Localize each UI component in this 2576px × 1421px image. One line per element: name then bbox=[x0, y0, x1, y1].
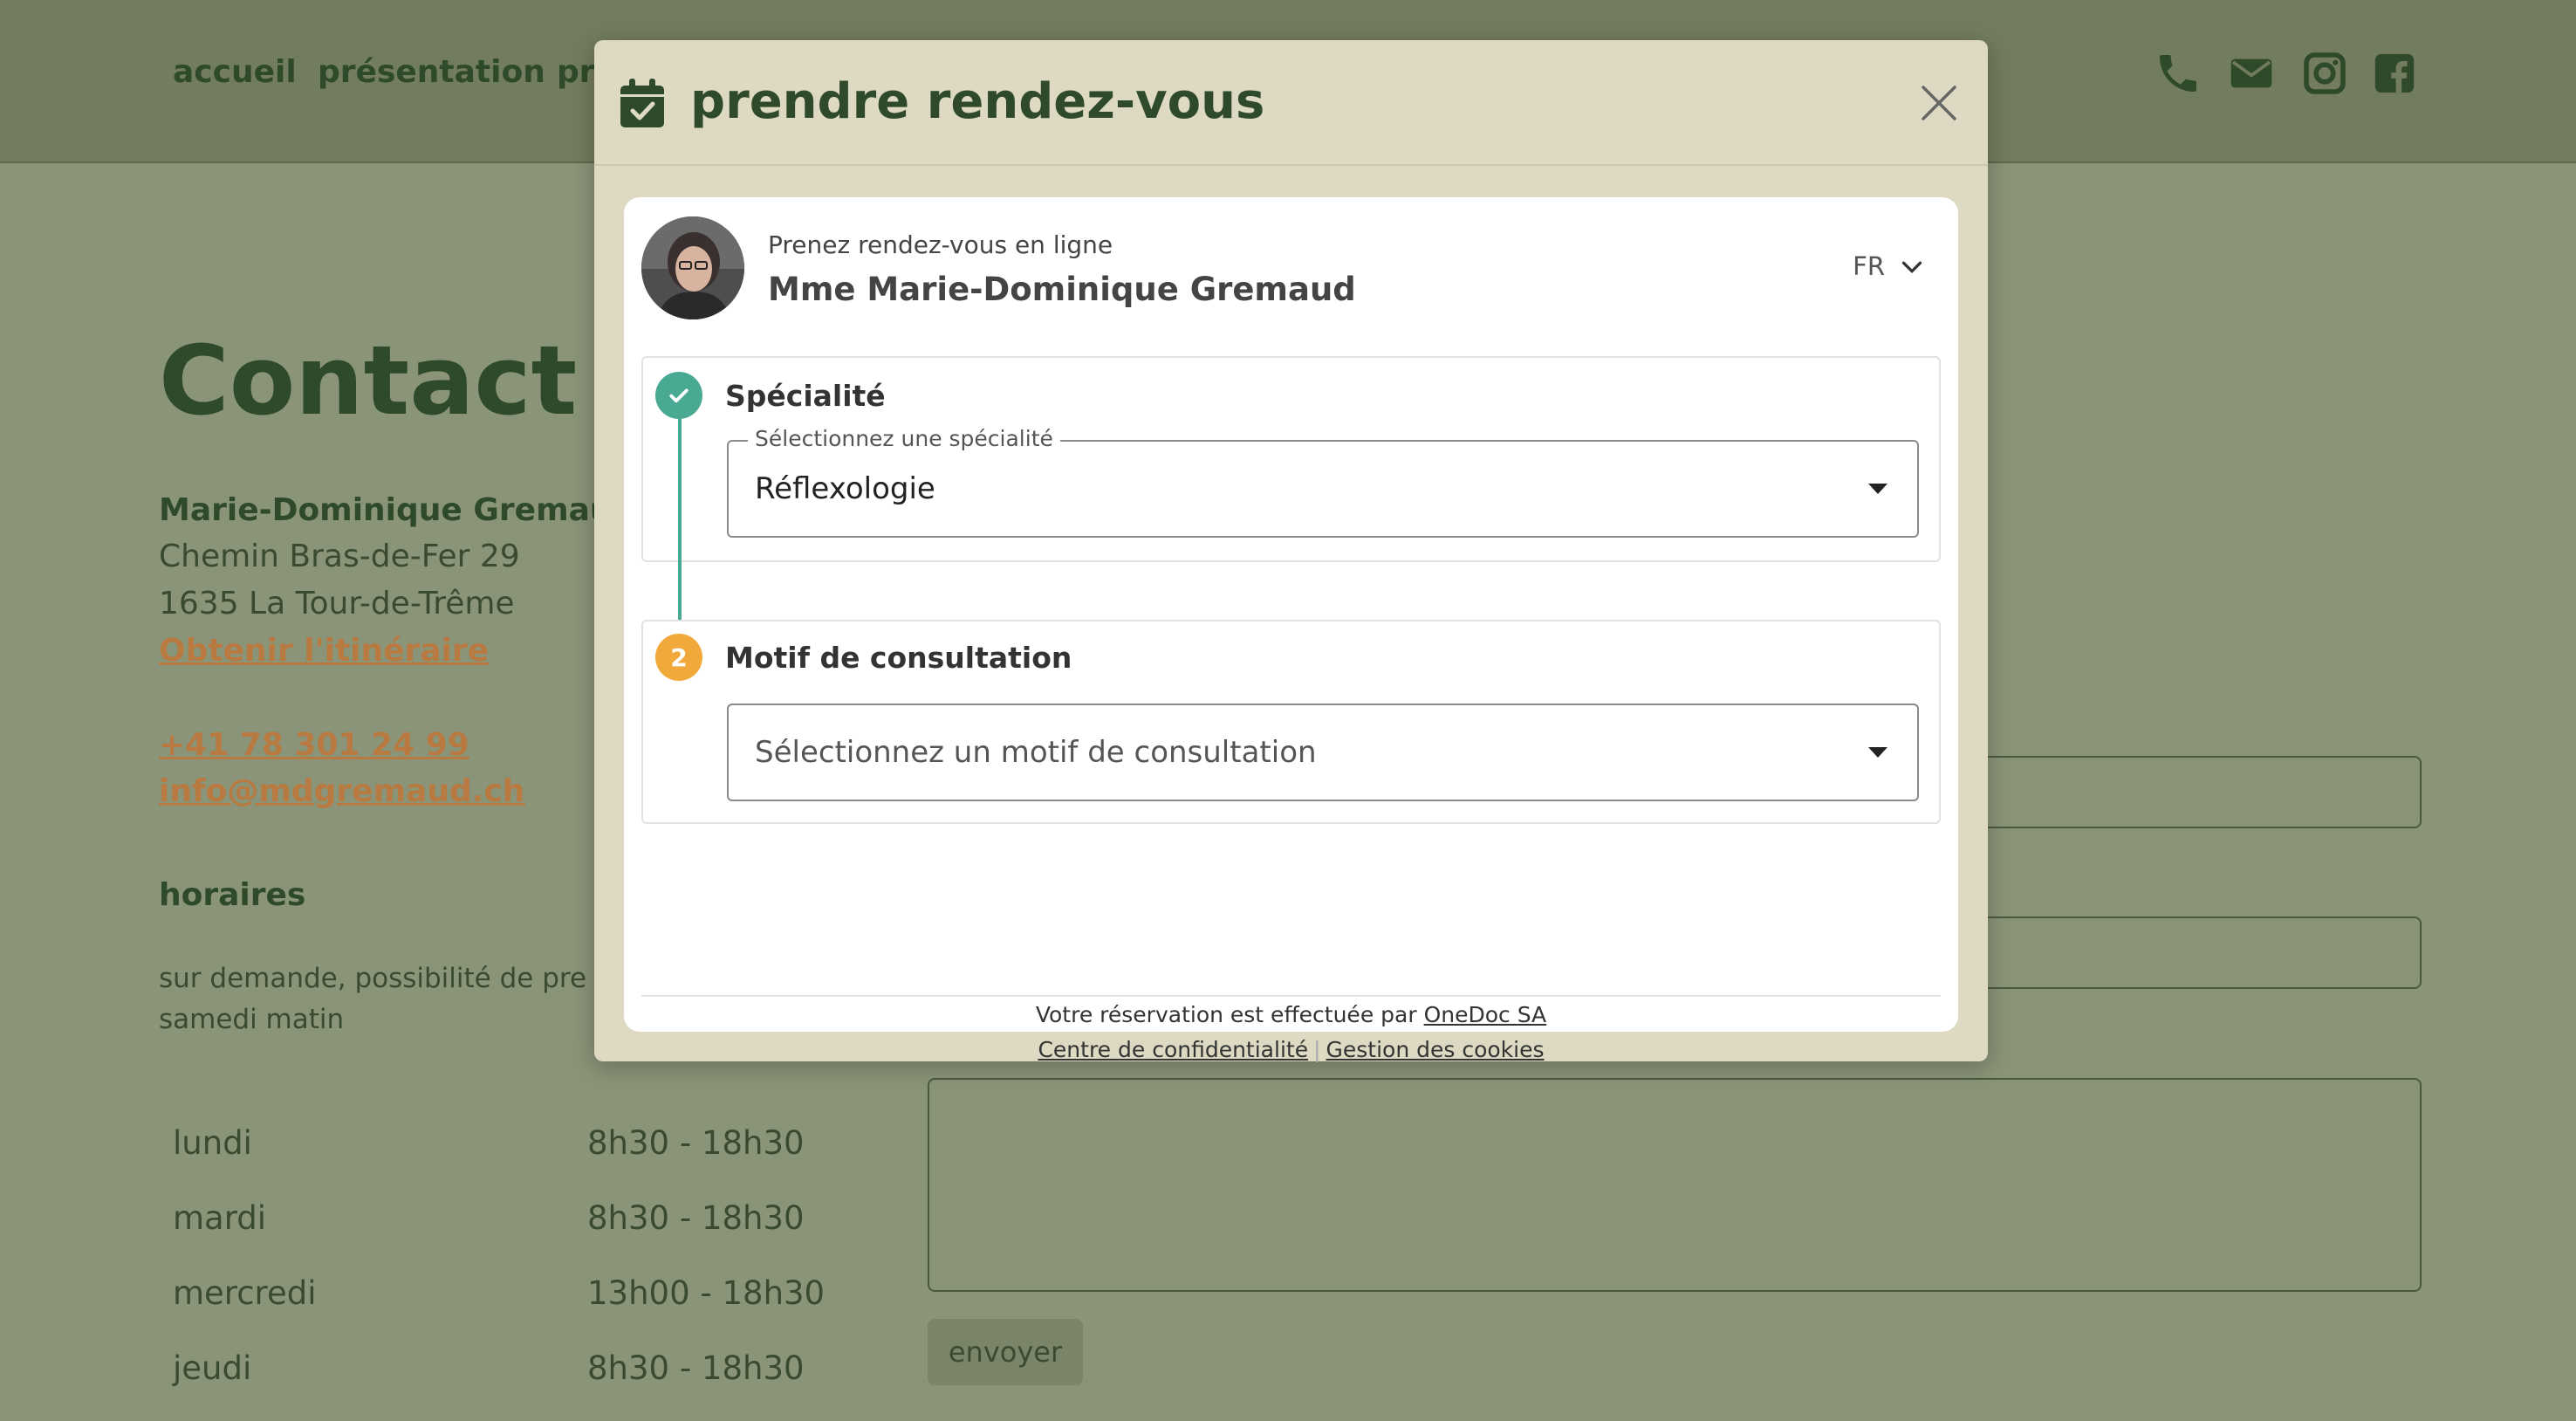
phone-link[interactable]: +41 78 301 24 99 bbox=[159, 727, 469, 763]
step-specialty-title: Spécialité bbox=[725, 379, 886, 413]
contact-form-field-1[interactable] bbox=[1920, 756, 2422, 828]
check-icon bbox=[655, 372, 702, 419]
email-link[interactable]: info@mdgremaud.ch bbox=[159, 773, 524, 809]
footer-prefix: Votre réservation est effectuée par bbox=[1035, 1002, 1417, 1027]
footer-divider bbox=[641, 995, 1941, 997]
instagram-icon[interactable] bbox=[2300, 49, 2349, 98]
step-reason-title: Motif de consultation bbox=[725, 641, 1072, 675]
booking-footer-line2: Centre de confidentialité | Gestion des co… bbox=[624, 1037, 1958, 1062]
practitioner-avatar bbox=[641, 216, 744, 319]
step-consultation-reason: 2 Motif de consultation Sélectionnez un … bbox=[641, 620, 1941, 824]
send-button[interactable]: envoyer bbox=[928, 1319, 1083, 1385]
phone-icon[interactable] bbox=[2154, 49, 2203, 98]
specialty-select-legend: Sélectionnez une spécialité bbox=[748, 426, 1060, 451]
step-connector-line bbox=[678, 417, 682, 642]
chevron-down-icon bbox=[1901, 251, 1923, 281]
step-specialty: Spécialité Sélectionnez une spécialité R… bbox=[641, 356, 1941, 562]
hours-note-line1: sur demande, possibilité de pre bbox=[159, 963, 587, 994]
footer-separator: | bbox=[1313, 1037, 1321, 1062]
caret-down-icon bbox=[1868, 484, 1887, 494]
cookie-settings-link[interactable]: Gestion des cookies bbox=[1326, 1037, 1545, 1062]
page-title: Contact bbox=[159, 325, 578, 436]
step-number-badge: 2 bbox=[655, 634, 702, 681]
hours-time: 8h30 - 18h30 bbox=[587, 1199, 805, 1237]
consultation-reason-placeholder: Sélectionnez un motif de consultation bbox=[755, 735, 1317, 770]
specialty-select-value: Réflexologie bbox=[755, 471, 935, 506]
facebook-icon[interactable] bbox=[2370, 49, 2419, 98]
contact-form-field-2[interactable] bbox=[1920, 916, 2422, 989]
language-label: FR bbox=[1853, 251, 1885, 281]
hours-day: jeudi bbox=[173, 1349, 252, 1387]
hours-heading: horaires bbox=[159, 877, 306, 913]
caret-down-icon bbox=[1868, 747, 1887, 758]
nav-link-prestations[interactable]: pr bbox=[557, 54, 595, 90]
modal-title: prendre rendez-vous bbox=[690, 73, 1265, 130]
hours-day: mercredi bbox=[173, 1274, 317, 1312]
booking-footer-line1: Votre réservation est effectuée par OneD… bbox=[624, 1002, 1958, 1027]
hours-time: 13h00 - 18h30 bbox=[587, 1274, 826, 1312]
booking-modal: prendre rendez-vous Prenez rendez-vous e… bbox=[594, 40, 1988, 1062]
hours-time: 8h30 - 18h30 bbox=[587, 1349, 805, 1387]
hours-day: mardi bbox=[173, 1199, 267, 1237]
privacy-center-link[interactable]: Centre de confidentialité bbox=[1038, 1037, 1308, 1062]
hours-note-line2: samedi matin bbox=[159, 1004, 345, 1035]
nav-link-presentation[interactable]: présentation bbox=[318, 54, 545, 90]
hours-time: 8h30 - 18h30 bbox=[587, 1124, 805, 1162]
onedoc-link[interactable]: OneDoc SA bbox=[1424, 1002, 1547, 1027]
close-icon[interactable] bbox=[1916, 80, 1962, 126]
contact-form-message[interactable] bbox=[928, 1078, 2422, 1292]
booking-widget: Prenez rendez-vous en ligne Mme Marie-Do… bbox=[624, 197, 1958, 1062]
language-selector[interactable]: FR bbox=[1853, 251, 1923, 281]
hours-day: lundi bbox=[173, 1124, 252, 1162]
modal-header: prendre rendez-vous bbox=[594, 40, 1988, 166]
calendar-check-icon bbox=[620, 79, 664, 127]
widget-subtitle: Prenez rendez-vous en ligne bbox=[768, 230, 1113, 259]
nav-link-accueil[interactable]: accueil bbox=[173, 54, 297, 90]
itinerary-link[interactable]: Obtenir l'itinéraire bbox=[159, 633, 489, 669]
contact-name: Marie-Dominique Gremaud bbox=[159, 492, 635, 528]
practitioner-name: Mme Marie-Dominique Gremaud bbox=[768, 271, 1356, 308]
consultation-reason-select[interactable]: Sélectionnez un motif de consultation bbox=[727, 704, 1919, 801]
specialty-select[interactable]: Sélectionnez une spécialité Réflexologie bbox=[727, 426, 1919, 538]
contact-city: 1635 La Tour-de-Trême bbox=[159, 586, 515, 621]
contact-street: Chemin Bras-de-Fer 29 bbox=[159, 539, 520, 574]
envelope-icon[interactable] bbox=[2227, 49, 2276, 98]
